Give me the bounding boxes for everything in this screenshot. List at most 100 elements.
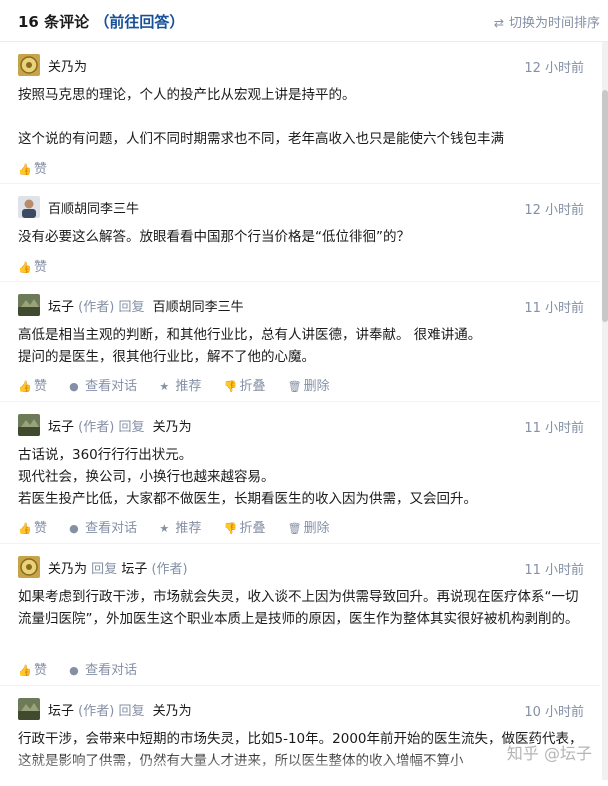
comment-item: 关乃为 回复 坛子 (作者) 11 小时前 如果考虑到行政干涉，市场就会失灵，收… [0,544,600,686]
reply-to-name[interactable]: 坛子 [121,562,147,577]
comment-actions: 👍 赞 ● 查看对话 [18,659,155,678]
comment-time: 12 小时前 [524,61,584,76]
collapse-button[interactable]: 👎 折叠 [223,517,265,536]
comment-body: 按照马克思的理论，个人的投产比从宏观上讲是持平的。 这个说的有问题，人们不同时期… [18,84,584,150]
comment-time: 11 小时前 [524,301,584,316]
comment-header: 关乃为 12 小时前 [18,54,584,76]
trash-icon: 🗑 [287,522,302,535]
comment-text: 高低是相当主观的判断，和其他行业比，总有人讲医德，讲奉献。 很难讲通。 提问的是… [18,327,482,365]
reply-to-name[interactable]: 关乃为 [153,420,192,435]
comment-text: 按照马克思的理论，个人的投产比从宏观上讲是持平的。 这个说的有问题，人们不同时期… [18,87,504,147]
reply-word: 回复 [118,704,145,719]
comment-body: 没有必要这么解答。放眼看看中国那个行当价格是“低位徘徊”的？ [18,226,584,248]
like-button[interactable]: 👍 赞 [18,517,47,536]
thumbs-up-icon: 👍 [18,380,32,393]
author-line: 坛子 (作者) 回复 百顺胡同李三牛 [48,296,248,315]
recommend-button[interactable]: ★ 推荐 [159,517,201,536]
avatar[interactable] [18,698,40,720]
author-name[interactable]: 关乃为 [48,562,87,577]
comment-header: 百顺胡同李三牛 12 小时前 [18,196,584,218]
author-name[interactable]: 百顺胡同李三牛 [48,202,139,217]
author-tag: (作者) [78,704,115,719]
delete-label: 删除 [303,521,330,536]
star-icon: ★ [159,522,170,535]
go-to-answer-link[interactable]: 前往回答 [109,13,169,31]
comment-time: 11 小时前 [524,421,584,436]
comment-actions: 👍 赞 [18,256,65,275]
recommend-label: 推荐 [175,379,202,394]
comment-item: 百顺胡同李三牛 12 小时前 没有必要这么解答。放眼看看中国那个行当价格是“低位… [0,184,600,282]
like-button[interactable]: 👍 赞 [18,659,47,678]
scrollbar[interactable] [602,42,608,780]
view-conversation-label: 查看对话 [85,663,138,678]
chat-bubble-icon: ● [69,664,79,677]
comment-time: 11 小时前 [524,563,584,578]
reply-word: 回复 [91,562,118,577]
delete-button[interactable]: 🗑 删除 [288,375,330,394]
collapse-label: 折叠 [239,379,266,394]
comment-header: 关乃为 回复 坛子 (作者) 11 小时前 [18,556,584,578]
comment-header: 坛子 (作者) 回复 关乃为 10 小时前 [18,698,584,720]
comment-text: 没有必要这么解答。放眼看看中国那个行当价格是“低位徘徊”的？ [18,229,410,245]
comment-item: 关乃为 12 小时前 按照马克思的理论，个人的投产比从宏观上讲是持平的。 这个说… [0,42,600,184]
recommend-button[interactable]: ★ 推荐 [159,375,201,394]
switch-icon: ⇄ [493,16,504,30]
delete-button[interactable]: 🗑 删除 [288,517,330,536]
author-line: 百顺胡同李三牛 [48,198,139,217]
like-button[interactable]: 👍 赞 [18,158,47,177]
comment-actions: 👍 赞 ● 查看对话 ★ 推荐 👎 折叠 🗑 删除 [18,517,348,536]
reply-word: 回复 [118,300,145,315]
author-line: 坛子 (作者) 回复 关乃为 [48,700,196,719]
comment-body: 如果考虑到行政干涉，市场就会失灵，收入谈不上因为供需导致回升。再说现在医疗体系“… [18,586,584,630]
author-name[interactable]: 关乃为 [48,60,87,75]
trash-icon: 🗑 [287,380,302,393]
avatar[interactable] [18,414,40,436]
delete-label: 删除 [303,379,330,394]
view-conversation-label: 查看对话 [85,521,138,536]
author-name[interactable]: 坛子 [48,300,74,315]
chat-bubble-icon: ● [69,522,79,535]
sort-label: 切换为时间排序 [508,16,600,31]
like-label: 赞 [34,521,48,536]
view-conversation-button[interactable]: ● 查看对话 [69,517,137,536]
reply-to-name[interactable]: 关乃为 [153,704,192,719]
avatar[interactable] [18,556,40,578]
recommend-label: 推荐 [175,521,202,536]
thumbs-up-icon: 👍 [18,163,32,176]
like-button[interactable]: 👍 赞 [18,375,47,394]
like-label: 赞 [34,162,48,177]
comment-actions: 👍 赞 ● 查看对话 ★ 推荐 👎 折叠 🗑 删除 [18,375,348,394]
avatar[interactable] [18,196,40,218]
comment-time: 10 小时前 [524,705,584,720]
author-line: 关乃为 [48,56,87,75]
view-conversation-label: 查看对话 [85,379,138,394]
comment-item: 坛子 (作者) 回复 关乃为 11 小时前 古话说，360行行行出状元。 现代社… [0,402,600,544]
comment-body: 古话说，360行行行出状元。 现代社会，换公司，小换行也越来越容易。 若医生投产… [18,444,584,510]
comment-list: 关乃为 12 小时前 按照马克思的理论，个人的投产比从宏观上讲是持平的。 这个说… [0,42,600,786]
comments-count-title: 16 条评论 （前往回答） [18,11,184,32]
author-line: 关乃为 回复 坛子 (作者) [48,558,188,577]
author-line: 坛子 (作者) 回复 关乃为 [48,416,196,435]
collapse-button[interactable]: 👎 折叠 [223,375,265,394]
author-name[interactable]: 坛子 [48,704,74,719]
comment-actions: 👍 赞 [18,158,65,177]
like-label: 赞 [34,260,48,275]
avatar[interactable] [18,294,40,316]
scrollbar-thumb[interactable] [602,90,608,322]
author-name[interactable]: 坛子 [48,420,74,435]
reply-to-name[interactable]: 百顺胡同李三牛 [153,300,244,315]
thumbs-down-icon: 👎 [223,380,238,393]
sort-by-time-button[interactable]: ⇄ 切换为时间排序 [494,12,600,31]
paren-close: ） [169,13,185,31]
like-button[interactable]: 👍 赞 [18,256,47,275]
view-conversation-button[interactable]: ● 查看对话 [69,375,137,394]
thumbs-up-icon: 👍 [18,522,32,535]
comments-header: 16 条评论 （前往回答） ⇄ 切换为时间排序 [0,0,608,42]
comment-header: 坛子 (作者) 回复 关乃为 11 小时前 [18,414,584,436]
comment-header: 坛子 (作者) 回复 百顺胡同李三牛 11 小时前 [18,294,584,316]
view-conversation-button[interactable]: ● 查看对话 [69,659,137,678]
author-tag: (作者) [78,300,115,315]
avatar[interactable] [18,54,40,76]
comment-time: 12 小时前 [524,203,584,218]
chat-bubble-icon: ● [69,380,79,393]
